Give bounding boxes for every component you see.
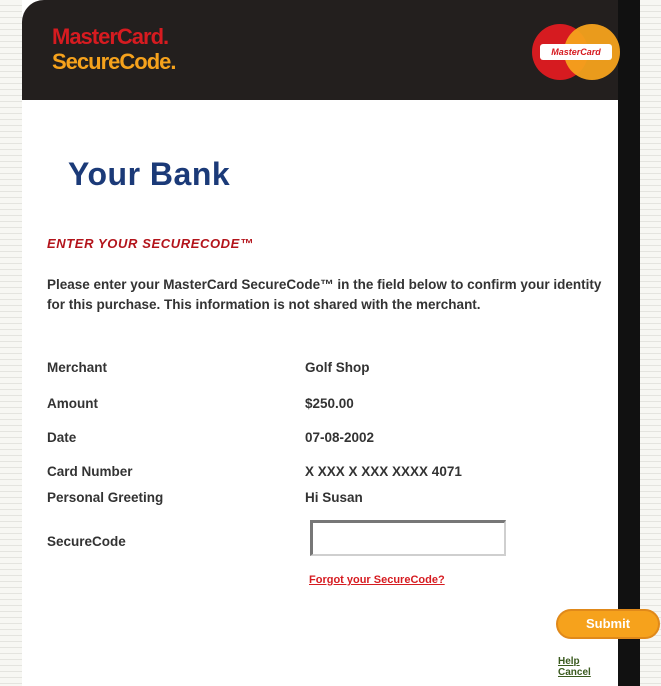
field-row-date: Date 07-08-2002 xyxy=(47,430,607,452)
field-value: Golf Shop xyxy=(305,360,370,375)
field-label: Date xyxy=(47,430,77,445)
brand-line-1: MasterCard. xyxy=(52,24,169,49)
section-heading: ENTER YOUR SECURECODE™ xyxy=(47,236,254,251)
mastercard-logo-icon: MasterCard xyxy=(532,24,620,80)
header-bar: MasterCard. SecureCode. MasterCard xyxy=(22,0,620,100)
cancel-link[interactable]: Cancel xyxy=(558,667,591,678)
field-row-amount: Amount $250.00 xyxy=(47,396,607,418)
securecode-label: SecureCode xyxy=(47,534,126,549)
field-value: $250.00 xyxy=(305,396,354,411)
submit-button[interactable]: Submit xyxy=(556,609,660,639)
field-value: 07-08-2002 xyxy=(305,430,375,445)
field-label: Amount xyxy=(47,396,98,411)
logo-wordmark: MasterCard xyxy=(540,44,612,60)
description-text: Please enter your MasterCard SecureCode™… xyxy=(47,277,602,312)
field-row-greeting: Personal Greeting Hi Susan xyxy=(47,490,607,512)
securecode-dialog: MasterCard. SecureCode. MasterCard Your … xyxy=(22,0,660,686)
help-link[interactable]: Help xyxy=(558,656,580,667)
footer-links: Help Cancel xyxy=(558,656,618,678)
field-label: Personal Greeting xyxy=(47,490,164,505)
brand-wordmark: MasterCard. SecureCode. xyxy=(52,24,176,74)
field-label: Merchant xyxy=(47,360,108,375)
forgot-securecode-link[interactable]: Forgot your SecureCode? xyxy=(309,574,445,586)
securecode-input[interactable] xyxy=(310,520,506,556)
field-row-card-number: Card Number X XXX X XXX XXXX 4071 xyxy=(47,464,607,486)
bank-title: Your Bank xyxy=(68,156,231,192)
field-value: Hi Susan xyxy=(305,490,363,505)
brand-line-2: SecureCode. xyxy=(52,49,176,74)
field-label: Card Number xyxy=(47,464,133,479)
field-value: X XXX X XXX XXXX 4071 xyxy=(305,464,462,479)
field-row-merchant: Merchant Golf Shop xyxy=(47,360,607,382)
